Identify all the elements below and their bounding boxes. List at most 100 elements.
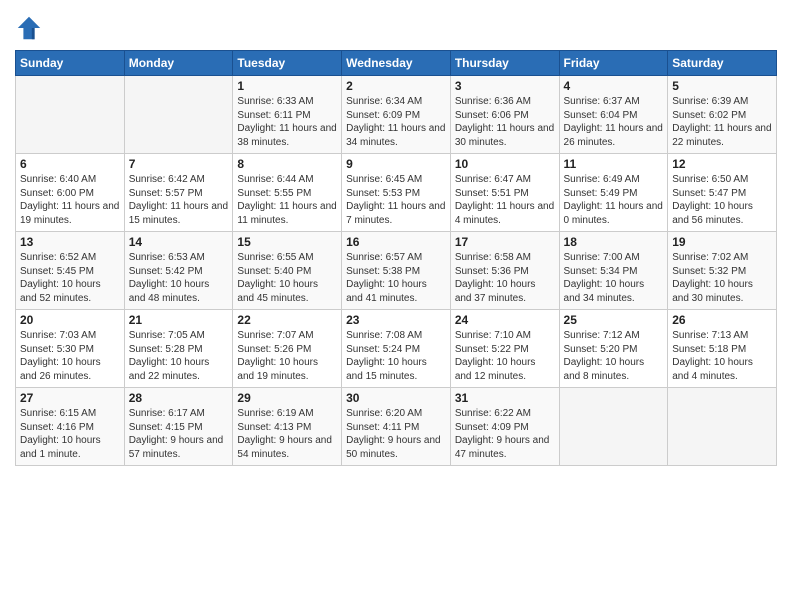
calendar-cell: 18 Sunrise: 7:00 AM Sunset: 5:34 PM Dayli… [559,232,668,310]
calendar-cell: 15Sunrise: 6:55 AM Sunset: 5:40 PM Dayli… [233,232,342,310]
day-detail: Sunrise: 6:58 AM Sunset: 5:36 PM Dayligh… [455,251,555,305]
day-detail: Sunrise: 6:22 AM Sunset: 4:09 PM Dayligh… [455,407,555,461]
day-of-week-header: Saturday [668,51,777,76]
day-number: 20 [20,313,120,327]
day-number: 11 [564,157,664,171]
calendar-cell: 9Sunrise: 6:45 AM Sunset: 5:53 PM Daylig… [342,154,451,232]
day-number: 28 [129,391,229,405]
day-of-week-header: Wednesday [342,51,451,76]
calendar-cell: 13 Sunrise: 6:52 AM Sunset: 5:45 PM Dayli… [16,232,125,310]
day-detail: Sunrise: 6:52 AM Sunset: 5:45 PM Dayligh… [20,251,120,305]
calendar-week-row: 1 Sunrise: 6:33 AM Sunset: 6:11 PM Daylig… [16,76,777,154]
day-number: 13 [20,235,120,249]
calendar-cell: 1 Sunrise: 6:33 AM Sunset: 6:11 PM Daylig… [233,76,342,154]
calendar-cell: 21Sunrise: 7:05 AM Sunset: 5:28 PM Dayli… [124,310,233,388]
calendar-cell: 5 Sunrise: 6:39 AM Sunset: 6:02 PM Daylig… [668,76,777,154]
calendar-cell: 3 Sunrise: 6:36 AM Sunset: 6:06 PM Daylig… [450,76,559,154]
calendar-cell: 4 Sunrise: 6:37 AM Sunset: 6:04 PM Daylig… [559,76,668,154]
day-number: 12 [672,157,772,171]
day-of-week-header: Monday [124,51,233,76]
calendar-cell: 31Sunrise: 6:22 AM Sunset: 4:09 PM Dayli… [450,388,559,466]
day-number: 25 [564,313,664,327]
calendar-cell: 10 Sunrise: 6:47 AM Sunset: 5:51 PM Dayli… [450,154,559,232]
calendar-week-row: 27 Sunrise: 6:15 AM Sunset: 4:16 PM Dayli… [16,388,777,466]
calendar-cell: 14Sunrise: 6:53 AM Sunset: 5:42 PM Dayli… [124,232,233,310]
day-of-week-header: Sunday [16,51,125,76]
calendar-cell [668,388,777,466]
day-number: 30 [346,391,446,405]
day-detail: Sunrise: 7:05 AM Sunset: 5:28 PM Dayligh… [129,329,229,383]
day-number: 5 [672,79,772,93]
calendar-cell: 29Sunrise: 6:19 AM Sunset: 4:13 PM Dayli… [233,388,342,466]
calendar-cell: 8 Sunrise: 6:44 AM Sunset: 5:55 PM Daylig… [233,154,342,232]
day-number: 19 [672,235,772,249]
day-detail: Sunrise: 6:40 AM Sunset: 6:00 PM Dayligh… [20,173,120,227]
day-detail: Sunrise: 6:42 AM Sunset: 5:57 PM Dayligh… [129,173,229,227]
day-number: 27 [20,391,120,405]
calendar-cell: 28 Sunrise: 6:17 AM Sunset: 4:15 PM Dayli… [124,388,233,466]
calendar-cell [124,76,233,154]
day-number: 9 [346,157,446,171]
logo [15,14,45,42]
day-of-week-header: Thursday [450,51,559,76]
day-detail: Sunrise: 6:33 AM Sunset: 6:11 PM Dayligh… [237,95,337,149]
day-number: 26 [672,313,772,327]
day-detail: Sunrise: 6:36 AM Sunset: 6:06 PM Dayligh… [455,95,555,149]
day-detail: Sunrise: 6:37 AM Sunset: 6:04 PM Dayligh… [564,95,664,149]
calendar-cell: 7 Sunrise: 6:42 AM Sunset: 5:57 PM Daylig… [124,154,233,232]
day-number: 8 [237,157,337,171]
day-detail: Sunrise: 7:03 AM Sunset: 5:30 PM Dayligh… [20,329,120,383]
calendar-cell: 25 Sunrise: 7:12 AM Sunset: 5:20 PM Dayli… [559,310,668,388]
day-detail: Sunrise: 6:19 AM Sunset: 4:13 PM Dayligh… [237,407,337,461]
day-detail: Sunrise: 6:17 AM Sunset: 4:15 PM Dayligh… [129,407,229,461]
day-number: 16 [346,235,446,249]
day-detail: Sunrise: 6:44 AM Sunset: 5:55 PM Dayligh… [237,173,337,227]
logo-icon [15,14,43,42]
calendar-header-row: SundayMondayTuesdayWednesdayThursdayFrid… [16,51,777,76]
day-number: 23 [346,313,446,327]
day-number: 17 [455,235,555,249]
day-detail: Sunrise: 7:10 AM Sunset: 5:22 PM Dayligh… [455,329,555,383]
day-detail: Sunrise: 7:12 AM Sunset: 5:20 PM Dayligh… [564,329,664,383]
day-number: 24 [455,313,555,327]
day-detail: Sunrise: 7:02 AM Sunset: 5:32 PM Dayligh… [672,251,772,305]
calendar-cell: 20 Sunrise: 7:03 AM Sunset: 5:30 PM Dayli… [16,310,125,388]
day-detail: Sunrise: 6:57 AM Sunset: 5:38 PM Dayligh… [346,251,446,305]
day-number: 6 [20,157,120,171]
day-detail: Sunrise: 6:34 AM Sunset: 6:09 PM Dayligh… [346,95,446,149]
calendar-cell: 27 Sunrise: 6:15 AM Sunset: 4:16 PM Dayli… [16,388,125,466]
calendar-cell: 23 Sunrise: 7:08 AM Sunset: 5:24 PM Dayli… [342,310,451,388]
day-number: 4 [564,79,664,93]
day-detail: Sunrise: 6:15 AM Sunset: 4:16 PM Dayligh… [20,407,120,461]
day-of-week-header: Tuesday [233,51,342,76]
calendar-cell: 17 Sunrise: 6:58 AM Sunset: 5:36 PM Dayli… [450,232,559,310]
calendar-cell: 19 Sunrise: 7:02 AM Sunset: 5:32 PM Dayli… [668,232,777,310]
header [15,10,777,42]
day-detail: Sunrise: 6:20 AM Sunset: 4:11 PM Dayligh… [346,407,446,461]
day-number: 18 [564,235,664,249]
day-detail: Sunrise: 7:00 AM Sunset: 5:34 PM Dayligh… [564,251,664,305]
day-number: 22 [237,313,337,327]
calendar-cell: 2 Sunrise: 6:34 AM Sunset: 6:09 PM Daylig… [342,76,451,154]
day-detail: Sunrise: 6:50 AM Sunset: 5:47 PM Dayligh… [672,173,772,227]
day-number: 3 [455,79,555,93]
day-number: 1 [237,79,337,93]
day-detail: Sunrise: 7:07 AM Sunset: 5:26 PM Dayligh… [237,329,337,383]
calendar-cell [559,388,668,466]
day-detail: Sunrise: 6:53 AM Sunset: 5:42 PM Dayligh… [129,251,229,305]
calendar-week-row: 6 Sunrise: 6:40 AM Sunset: 6:00 PM Daylig… [16,154,777,232]
day-of-week-header: Friday [559,51,668,76]
day-detail: Sunrise: 6:47 AM Sunset: 5:51 PM Dayligh… [455,173,555,227]
day-number: 15 [237,235,337,249]
day-detail: Sunrise: 7:08 AM Sunset: 5:24 PM Dayligh… [346,329,446,383]
day-detail: Sunrise: 7:13 AM Sunset: 5:18 PM Dayligh… [672,329,772,383]
calendar-cell: 24 Sunrise: 7:10 AM Sunset: 5:22 PM Dayli… [450,310,559,388]
day-number: 2 [346,79,446,93]
calendar-table: SundayMondayTuesdayWednesdayThursdayFrid… [15,50,777,466]
day-detail: Sunrise: 6:39 AM Sunset: 6:02 PM Dayligh… [672,95,772,149]
day-number: 10 [455,157,555,171]
calendar-week-row: 20 Sunrise: 7:03 AM Sunset: 5:30 PM Dayli… [16,310,777,388]
day-detail: Sunrise: 6:49 AM Sunset: 5:49 PM Dayligh… [564,173,664,227]
day-number: 7 [129,157,229,171]
calendar-cell: 11 Sunrise: 6:49 AM Sunset: 5:49 PM Dayli… [559,154,668,232]
